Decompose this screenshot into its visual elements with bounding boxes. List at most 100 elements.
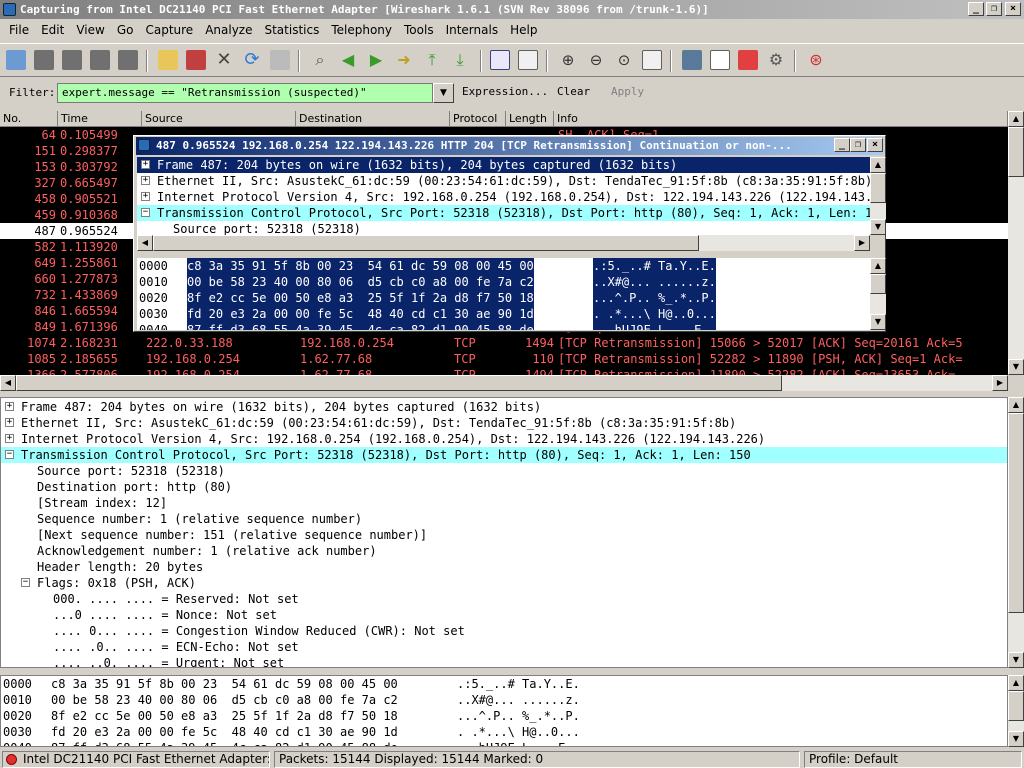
hex-ascii[interactable]: ..X#@... ......z. <box>593 274 716 290</box>
column-header-info[interactable]: Info <box>554 111 1008 127</box>
scroll-thumb[interactable] <box>870 274 886 294</box>
menu-go[interactable]: Go <box>111 19 140 42</box>
normal-size-icon[interactable]: ⊙ <box>614 50 634 70</box>
column-header-length[interactable]: Length <box>506 111 554 127</box>
hex-bytes[interactable]: 87 ff d3 68 55 4a 39 45 4c ca 82 d1 90 4… <box>51 740 398 746</box>
scroll-thumb[interactable] <box>1008 127 1024 177</box>
scroll-left-button[interactable]: ◀ <box>0 375 16 391</box>
hex-ascii[interactable]: ..X#@... ......z. <box>457 692 580 708</box>
tree-node[interactable]: [Stream index: 12] <box>1 495 1007 511</box>
popup-tree-hscrollbar[interactable]: ◀ ▶ <box>137 235 870 251</box>
scroll-right-button[interactable]: ▶ <box>854 235 870 251</box>
scroll-down-button[interactable]: ▼ <box>1008 652 1024 668</box>
menu-capture[interactable]: Capture <box>139 19 199 42</box>
go-back-icon[interactable]: ◀ <box>338 50 358 70</box>
popup-tree-node[interactable]: + Internet Protocol Version 4, Src: 192.1… <box>137 189 870 205</box>
scroll-right-button[interactable]: ▶ <box>992 375 1008 391</box>
tree-node[interactable]: + Internet Protocol Version 4, Src: 192.1… <box>1 431 1007 447</box>
find-packet-icon[interactable]: ⌕ <box>310 50 330 70</box>
expand-icon[interactable]: + <box>141 192 150 201</box>
expand-icon[interactable]: + <box>141 160 150 169</box>
zoom-out-icon[interactable]: ⊖ <box>586 50 606 70</box>
tree-node[interactable]: + Ethernet II, Src: AsustekC_61:dc:59 (00… <box>1 415 1007 431</box>
menu-tools[interactable]: Tools <box>398 19 440 42</box>
start-capture-icon[interactable] <box>62 50 82 70</box>
hex-bytes[interactable]: 00 be 58 23 40 00 80 06 d5 cb c0 a8 00 f… <box>187 274 534 290</box>
save-file-icon[interactable] <box>186 50 206 70</box>
tree-node[interactable]: ...0 .... .... = Nonce: Not set <box>1 607 1007 623</box>
details-vscrollbar[interactable]: ▲ ▼ <box>1008 397 1024 668</box>
maximize-button[interactable]: ❐ <box>986 2 1002 16</box>
popup-tree-node[interactable]: − Transmission Control Protocol, Src Port… <box>137 205 870 221</box>
hex-bytes[interactable]: 8f e2 cc 5e 00 50 e8 a3 25 5f 1f 2a d8 f… <box>51 708 398 724</box>
minimize-button[interactable]: _ <box>968 2 984 16</box>
resize-columns-icon[interactable] <box>642 50 662 70</box>
hex-bytes[interactable]: 8f e2 cc 5e 00 50 e8 a3 25 5f 1f 2a d8 f… <box>187 290 534 306</box>
expand-icon[interactable]: + <box>5 434 14 443</box>
tree-node[interactable]: − Transmission Control Protocol, Src Port… <box>1 447 1007 463</box>
column-header-destination[interactable]: Destination <box>296 111 450 127</box>
menu-edit[interactable]: Edit <box>35 19 70 42</box>
popup-tree-node[interactable]: + Ethernet II, Src: AsustekC_61:dc:59 (00… <box>137 173 870 189</box>
first-packet-icon[interactable]: ⤒ <box>422 50 442 70</box>
tree-node[interactable]: + Frame 487: 204 bytes on wire (1632 bits… <box>1 399 1007 415</box>
tree-node[interactable]: .... 0... .... = Congestion Window Reduc… <box>1 623 1007 639</box>
filter-dropdown-button[interactable]: ▼ <box>433 83 454 103</box>
hex-bytes[interactable]: c8 3a 35 91 5f 8b 00 23 54 61 dc 59 08 0… <box>51 676 398 692</box>
tree-node[interactable]: − Flags: 0x18 (PSH, ACK) <box>1 575 1007 591</box>
scroll-down-button[interactable]: ▼ <box>870 314 886 330</box>
tree-node[interactable]: .... ..0. .... = Urgent: Not set <box>1 655 1007 667</box>
hex-ascii[interactable]: .:5._..# Ta.Y..E. <box>593 258 716 274</box>
display-filters-icon[interactable] <box>710 50 730 70</box>
tree-node[interactable]: 000. .... .... = Reserved: Not set <box>1 591 1007 607</box>
scroll-thumb[interactable] <box>1008 413 1024 613</box>
expression-button[interactable]: Expression... <box>462 85 548 98</box>
hex-ascii[interactable]: . .*...\ H@..0... <box>457 724 580 740</box>
print-icon[interactable] <box>270 50 290 70</box>
menu-help[interactable]: Help <box>504 19 543 42</box>
tree-node[interactable]: [Next sequence number: 151 (relative seq… <box>1 527 1007 543</box>
capture-options-icon[interactable] <box>34 50 54 70</box>
menu-view[interactable]: View <box>70 19 110 42</box>
popup-maximize-button[interactable]: ❐ <box>850 138 866 152</box>
tree-node[interactable]: Acknowledgement number: 1 (relative ack … <box>1 543 1007 559</box>
apply-filter-button[interactable]: Apply <box>611 85 644 98</box>
menu-internals[interactable]: Internals <box>440 19 505 42</box>
hex-ascii[interactable]: ...^.P.. %_.*..P. <box>593 290 716 306</box>
scroll-up-button[interactable]: ▲ <box>870 157 886 173</box>
tree-node[interactable]: Header length: 20 bytes <box>1 559 1007 575</box>
column-header-no[interactable]: No. <box>0 111 58 127</box>
scroll-up-button[interactable]: ▲ <box>1008 675 1024 691</box>
expand-icon[interactable]: + <box>141 176 150 185</box>
close-file-icon[interactable]: ✕ <box>214 50 234 70</box>
close-button[interactable]: × <box>1005 2 1021 16</box>
clear-filter-button[interactable]: Clear <box>557 85 590 98</box>
scroll-down-button[interactable]: ▼ <box>1008 731 1024 747</box>
menu-analyze[interactable]: Analyze <box>199 19 258 42</box>
coloring-rules-icon[interactable] <box>738 50 758 70</box>
go-forward-icon[interactable]: ▶ <box>366 50 386 70</box>
help-icon[interactable]: ⊛ <box>806 50 826 70</box>
capture-running-icon[interactable] <box>6 754 17 765</box>
packet-row[interactable]: 1074 2.168231 222.0.33.188 192.168.0.254 TCP… <box>0 335 1008 351</box>
collapse-icon[interactable]: − <box>5 450 14 459</box>
popup-tree-vscrollbar[interactable]: ▲ ▼ <box>870 157 886 235</box>
tree-node[interactable]: Source port: 52318 (52318) <box>1 463 1007 479</box>
scroll-down-button[interactable]: ▼ <box>870 219 886 235</box>
hex-ascii[interactable]: .:5._..# Ta.Y..E. <box>457 676 580 692</box>
packet-list-vscrollbar[interactable]: ▲ ▼ <box>1008 111 1024 375</box>
tree-node[interactable]: Sequence number: 1 (relative sequence nu… <box>1 511 1007 527</box>
display-filter-input[interactable]: expert.message == "Retransmission (suspe… <box>57 83 433 103</box>
scroll-up-button[interactable]: ▲ <box>870 258 886 274</box>
scroll-up-button[interactable]: ▲ <box>1008 397 1024 413</box>
reload-icon[interactable]: ⟳ <box>242 50 262 70</box>
menu-statistics[interactable]: Statistics <box>258 19 325 42</box>
last-packet-icon[interactable]: ⤓ <box>450 50 470 70</box>
hex-bytes[interactable]: 00 be 58 23 40 00 80 06 d5 cb c0 a8 00 f… <box>51 692 398 708</box>
column-header-time[interactable]: Time <box>58 111 142 127</box>
popup-minimize-button[interactable]: _ <box>834 138 850 152</box>
packet-list-hscrollbar[interactable]: ◀ ▶ <box>0 375 1008 391</box>
popup-bytes-vscrollbar[interactable]: ▲ ▼ <box>870 258 886 330</box>
hex-ascii[interactable]: . .*...\ H@..0... <box>593 306 716 322</box>
popup-tree-node[interactable]: + Frame 487: 204 bytes on wire (1632 bits… <box>137 157 870 173</box>
